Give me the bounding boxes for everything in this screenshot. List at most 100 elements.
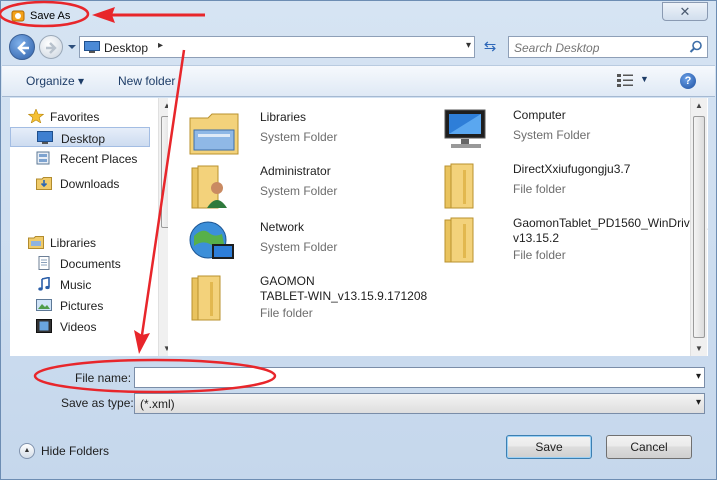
nav-item-label: Music [60, 278, 92, 292]
file-item-gaomon-tablet-win[interactable]: GAOMON TABLET-WIN_v13.15.9.171208 File f… [188, 272, 438, 328]
desktop-icon [37, 131, 53, 144]
nav-item-label: Downloads [60, 177, 120, 191]
recent-pages-dropdown-icon[interactable] [67, 42, 77, 52]
save-as-dialog: Save As ✕ Desktop ▸ ▾ ⇆ Search Desktop O… [0, 0, 717, 480]
search-box[interactable] [508, 36, 708, 58]
file-name: Computer [513, 108, 566, 122]
address-location[interactable]: Desktop [104, 41, 148, 55]
file-name-field[interactable]: ▾ [134, 367, 705, 388]
file-type: System Folder [513, 128, 591, 142]
save-button[interactable]: Save [506, 435, 592, 459]
search-input[interactable] [514, 40, 684, 55]
file-name-label: File name: [75, 371, 132, 385]
save-type-value: (*.xml) [140, 397, 175, 411]
nav-item-label: Favorites [50, 110, 100, 124]
window-title: Save As [30, 10, 71, 22]
libraries-folder-icon [189, 113, 239, 155]
file-type: File folder [513, 248, 566, 262]
downloads-icon [36, 177, 52, 190]
file-item-computer[interactable]: Computer System Folder [441, 106, 691, 162]
save-type-label: Save as type: [61, 396, 134, 410]
nav-item-favorites[interactable]: Favorites [10, 106, 150, 126]
file-name: DirectXxiufugongju3.7 [513, 162, 631, 176]
change-view-icon[interactable] [616, 73, 634, 89]
user-folder-icon [191, 165, 227, 209]
navigation-pane: Favorites Desktop Recent Places Download… [10, 98, 175, 356]
nav-item-pictures[interactable]: Pictures [10, 295, 150, 315]
nav-item-documents[interactable]: Documents [10, 253, 150, 273]
nav-item-downloads[interactable]: Downloads [10, 173, 150, 193]
help-button[interactable]: ? [680, 73, 696, 89]
nav-item-libraries[interactable]: Libraries [10, 232, 150, 252]
file-list: Libraries System Folder Computer System … [168, 98, 708, 356]
star-icon [28, 109, 44, 123]
nav-item-label: Desktop [61, 132, 106, 146]
address-bar[interactable]: Desktop ▸ ▾ [79, 36, 475, 58]
nav-item-label: Pictures [60, 299, 104, 313]
file-item-administrator[interactable]: Administrator System Folder [188, 162, 438, 218]
new-folder-button[interactable]: New folder [118, 74, 175, 88]
search-icon[interactable] [689, 40, 703, 54]
close-button[interactable]: ✕ [662, 2, 708, 21]
back-button[interactable] [9, 34, 35, 60]
save-type-dropdown-icon[interactable]: ▾ [696, 397, 701, 408]
title-bar: Save As ✕ [1, 1, 716, 31]
nav-item-label: Videos [60, 320, 97, 334]
file-type: File folder [513, 182, 566, 196]
collapse-up-icon: ▲ [19, 443, 35, 459]
folder-icon [444, 163, 474, 209]
documents-icon [38, 256, 50, 270]
cancel-button[interactable]: Cancel [606, 435, 692, 459]
file-type: File folder [260, 306, 313, 320]
file-name-dropdown-icon[interactable]: ▾ [696, 371, 701, 382]
organize-menu-button[interactable]: Organize ▾ [26, 74, 84, 88]
file-name: GAOMON TABLET-WIN_v13.15.9.171208 [260, 274, 428, 303]
nav-item-recent-places[interactable]: Recent Places [10, 148, 150, 168]
nav-item-desktop[interactable]: Desktop [10, 127, 150, 147]
file-item-directx[interactable]: DirectXxiufugongju3.7 File folder [441, 160, 691, 216]
scroll-up-icon[interactable]: ▲ [695, 101, 703, 110]
file-type: System Folder [260, 184, 338, 198]
nav-item-label: Libraries [50, 236, 97, 250]
pictures-icon [36, 299, 52, 311]
back-arrow-icon [17, 41, 29, 55]
file-name: GaomonTablet_PD1560_WinDriver_ v13.15.2 [513, 216, 708, 245]
scroll-down-icon[interactable]: ▼ [695, 344, 703, 353]
music-icon [38, 277, 50, 291]
nav-item-label: Documents [60, 257, 121, 271]
file-name-input[interactable] [138, 370, 678, 385]
file-name: Network [260, 220, 305, 234]
nav-item-videos[interactable]: Videos [10, 316, 150, 336]
videos-icon [36, 319, 52, 333]
file-item-libraries[interactable]: Libraries System Folder [188, 108, 438, 164]
file-item-network[interactable]: Network System Folder [188, 218, 438, 274]
file-type: System Folder [260, 240, 338, 254]
nav-item-label: Recent Places [60, 152, 138, 166]
network-icon [189, 221, 234, 259]
save-type-select[interactable]: (*.xml) ▾ [134, 393, 705, 414]
refresh-button[interactable]: ⇆ [479, 36, 501, 58]
scroll-thumb[interactable] [693, 116, 705, 338]
file-name: Libraries [260, 110, 307, 124]
command-toolbar: Organize ▾ New folder ▼ ? [2, 65, 715, 97]
hide-folders-label: Hide Folders [41, 444, 110, 458]
folder-icon [191, 275, 221, 321]
computer-icon [444, 109, 486, 148]
libraries-icon [28, 236, 44, 249]
nav-item-music[interactable]: Music [10, 274, 150, 294]
hide-folders-button[interactable]: ▲ Hide Folders [19, 441, 119, 461]
address-dropdown-icon[interactable]: ▾ [466, 40, 471, 51]
file-list-scrollbar[interactable]: ▲ ▼ [690, 98, 707, 356]
file-type: System Folder [260, 130, 338, 144]
folder-icon [444, 217, 474, 263]
file-name: Administrator [260, 164, 331, 178]
recent-places-icon [36, 151, 50, 165]
address-row: Desktop ▸ ▾ ⇆ [1, 31, 716, 63]
app-icon [11, 10, 25, 22]
desktop-icon [84, 41, 100, 53]
view-options-dropdown-icon[interactable]: ▼ [640, 74, 649, 84]
address-chevron-icon[interactable]: ▸ [158, 40, 163, 51]
forward-button[interactable] [39, 35, 63, 59]
forward-arrow-icon [46, 42, 57, 54]
file-item-gaomon-pd1560[interactable]: GaomonTablet_PD1560_WinDriver_ v13.15.2 … [441, 214, 707, 270]
